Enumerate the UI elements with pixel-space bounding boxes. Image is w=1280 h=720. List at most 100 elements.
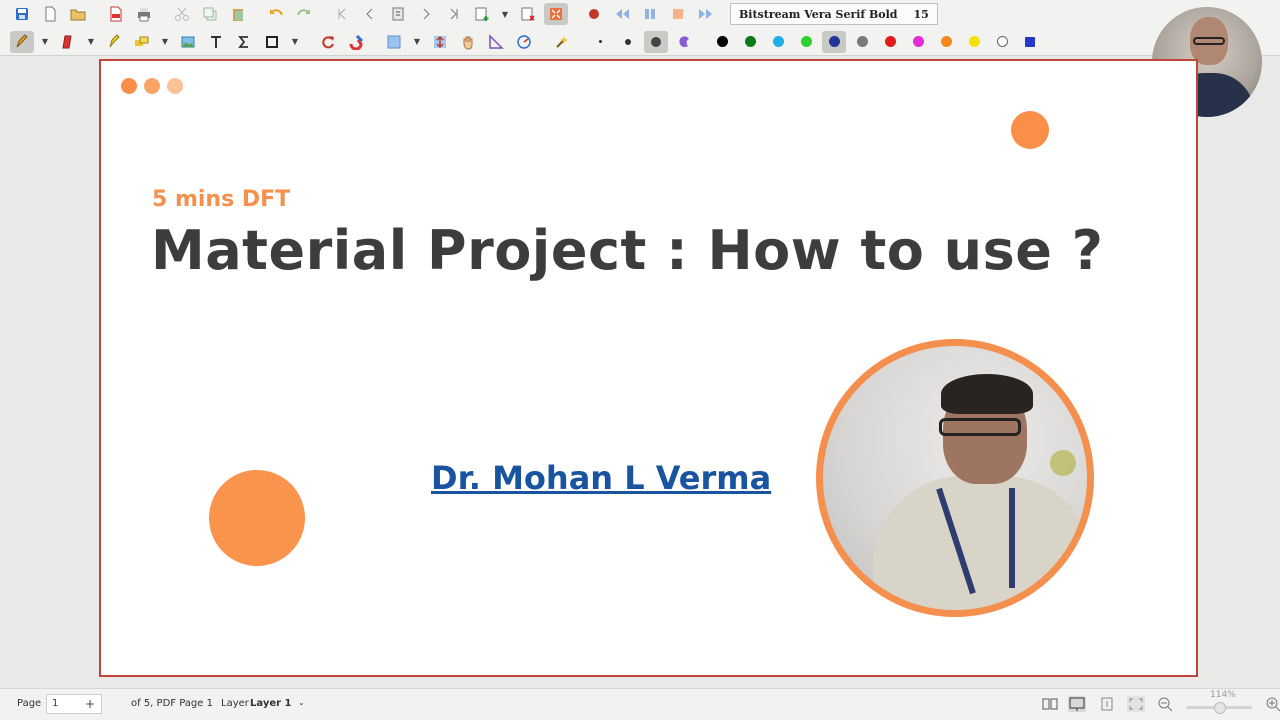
record-icon[interactable] — [582, 3, 606, 25]
slide-title: Material Project : How to use ? — [151, 219, 1104, 282]
next-page-icon[interactable] — [414, 3, 438, 25]
delete-page-icon[interactable] — [516, 3, 540, 25]
pen-color-swatch[interactable] — [710, 31, 734, 53]
color-swatch-icon — [856, 36, 868, 47]
previous-page-icon[interactable] — [358, 3, 382, 25]
text-tool-icon[interactable] — [204, 31, 228, 53]
background-icon[interactable] — [382, 31, 406, 53]
color-swatch-icon — [912, 36, 924, 47]
tools-toolbar: ▼ ▼ ▼ ▼ ▼ — [0, 28, 1280, 56]
pen-color-swatch[interactable] — [1018, 31, 1042, 53]
decorative-dot — [121, 78, 137, 94]
two-page-view-icon[interactable] — [1041, 696, 1059, 712]
zoom-in-icon[interactable] — [1264, 696, 1280, 712]
slide-subtitle: 5 mins DFT — [152, 187, 291, 212]
print-icon[interactable] — [132, 3, 156, 25]
color-swatch-icon — [744, 36, 756, 47]
open-folder-icon[interactable] — [66, 3, 90, 25]
pen-color-swatch[interactable] — [962, 31, 986, 53]
shape-dropdown[interactable]: ▼ — [288, 31, 302, 53]
goto-page-icon[interactable] — [386, 3, 410, 25]
hand-tool-icon[interactable] — [456, 31, 480, 53]
page-count: of 5, PDF Page 1 — [131, 698, 213, 709]
pen-color-swatch[interactable] — [878, 31, 902, 53]
fullscreen-toggle-icon[interactable] — [1127, 696, 1145, 712]
layer-selector[interactable]: Layer 1 — [250, 698, 291, 709]
pen-color-swatch[interactable] — [738, 31, 762, 53]
add-page-icon[interactable] — [470, 3, 494, 25]
pen-color-swatch[interactable] — [850, 31, 874, 53]
laser-pointer-icon[interactable] — [550, 31, 574, 53]
eraser-dropdown[interactable]: ▼ — [84, 31, 98, 53]
author-name-link[interactable]: Dr. Mohan L Verma — [431, 459, 771, 497]
ruler-icon[interactable] — [484, 31, 508, 53]
compass-icon[interactable] — [512, 31, 536, 53]
rewind-icon[interactable] — [610, 3, 634, 25]
color-swatch-icon — [968, 36, 980, 47]
font-size: 15 — [913, 7, 929, 21]
pen-color-swatch[interactable] — [822, 30, 846, 53]
fullscreen-icon[interactable] — [544, 3, 568, 25]
last-page-icon[interactable] — [442, 3, 466, 25]
zoom-slider-handle[interactable] — [1214, 702, 1226, 714]
presentation-view-icon[interactable] — [1068, 696, 1086, 712]
color-swatch-icon — [1025, 36, 1035, 47]
shape-tool-icon[interactable] — [260, 31, 284, 53]
redo-icon[interactable] — [292, 3, 316, 25]
background-dropdown[interactable]: ▼ — [410, 31, 424, 53]
color-swatch-icon — [772, 36, 784, 47]
undo-icon[interactable] — [264, 3, 288, 25]
eraser-icon[interactable] — [56, 31, 80, 53]
medium-line-icon[interactable] — [616, 31, 640, 53]
rotate-icon[interactable] — [316, 31, 340, 53]
main-toolbar: ▼ Bitstream Vera Serif Bold 15 — [0, 0, 1280, 28]
color-swatch-icon — [800, 36, 812, 47]
select-region-icon[interactable] — [130, 31, 154, 53]
select-dropdown[interactable]: ▼ — [158, 31, 172, 53]
pen-tool-icon[interactable] — [10, 30, 34, 53]
pen-color-swatch[interactable] — [990, 31, 1014, 53]
first-page-icon[interactable] — [330, 3, 354, 25]
slide-canvas[interactable]: 5 mins DFT Material Project : How to use… — [99, 59, 1198, 677]
pen-color-swatch[interactable] — [906, 31, 930, 53]
fit-page-icon[interactable] — [1098, 696, 1116, 712]
thin-line-icon[interactable] — [588, 31, 612, 53]
fill-icon[interactable] — [672, 31, 696, 53]
thick-line-icon[interactable] — [644, 30, 668, 53]
pen-color-swatch[interactable] — [934, 31, 958, 53]
pause-icon[interactable] — [638, 3, 662, 25]
cut-icon[interactable] — [170, 3, 194, 25]
decorative-circle-large — [209, 470, 305, 566]
stop-icon[interactable] — [666, 3, 690, 25]
author-photo — [816, 339, 1094, 617]
zoom-out-icon[interactable] — [1156, 696, 1174, 712]
save-icon[interactable] — [10, 3, 34, 25]
add-page-dropdown[interactable]: ▼ — [498, 3, 512, 25]
font-selector[interactable]: Bitstream Vera Serif Bold 15 — [730, 3, 938, 25]
layer-dropdown-icon[interactable]: ⌄ — [298, 698, 305, 707]
pen-color-swatch[interactable] — [766, 31, 790, 53]
vertical-space-icon[interactable] — [428, 31, 452, 53]
page-number-input[interactable]: 1 + — [46, 694, 102, 714]
export-pdf-icon[interactable] — [104, 3, 128, 25]
decorative-dot — [144, 78, 160, 94]
copy-icon[interactable] — [198, 3, 222, 25]
layer-label: Layer — [221, 698, 249, 709]
pen-color-swatch[interactable] — [794, 31, 818, 53]
paste-icon[interactable] — [226, 3, 250, 25]
image-tool-icon[interactable] — [176, 31, 200, 53]
highlighter-icon[interactable] — [102, 31, 126, 53]
new-file-icon[interactable] — [38, 3, 62, 25]
decorative-circle — [1011, 111, 1049, 149]
decorative-dot — [167, 78, 183, 94]
fast-forward-icon[interactable] — [694, 3, 718, 25]
zoom-level: 114% — [1210, 690, 1236, 700]
page-label: Page — [17, 698, 42, 709]
color-swatch-icon — [716, 36, 728, 47]
math-tool-icon[interactable] — [232, 31, 256, 53]
color-swatch-icon — [884, 36, 896, 47]
status-bar: Page 1 + of 5, PDF Page 1 Layer Layer 1 … — [0, 688, 1280, 720]
page-increment-icon[interactable]: + — [85, 697, 95, 711]
pen-dropdown[interactable]: ▼ — [38, 31, 52, 53]
magnet-icon[interactable] — [344, 31, 368, 53]
